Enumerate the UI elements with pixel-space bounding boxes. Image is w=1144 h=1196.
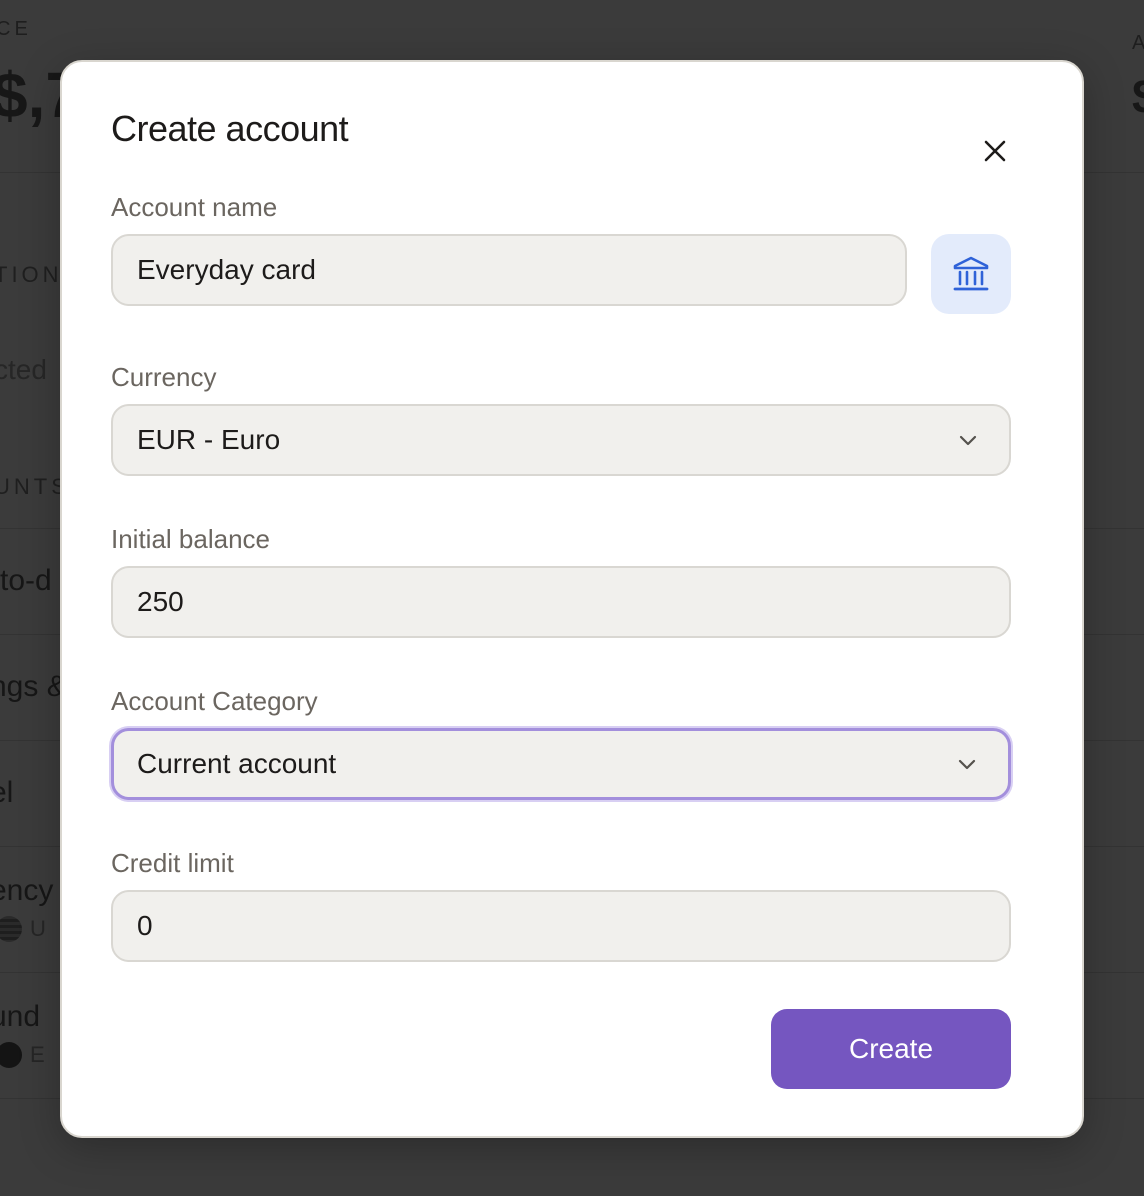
bank-icon bbox=[953, 256, 989, 291]
initial-balance-field[interactable]: 250 bbox=[111, 566, 1011, 638]
account-icon-button[interactable] bbox=[931, 234, 1011, 314]
section-text: cted bbox=[0, 354, 47, 385]
account-row-title[interactable]: ency bbox=[0, 874, 53, 908]
account-name-label: Account name bbox=[111, 192, 278, 222]
create-account-dialog: Create account Account name Everyday car… bbox=[60, 60, 1084, 1138]
section-label: TION bbox=[0, 262, 63, 287]
currency-select[interactable]: EUR - Euro bbox=[111, 404, 1011, 476]
initial-balance-label: Initial balance bbox=[111, 524, 270, 554]
currency-value: EUR - Euro bbox=[137, 424, 281, 455]
us-flag-icon bbox=[0, 916, 22, 942]
account-row-currency: U bbox=[30, 916, 46, 941]
account-name-field[interactable]: Everyday card bbox=[111, 234, 907, 306]
account-category-value: Current account bbox=[137, 748, 337, 779]
account-row-currency: E bbox=[30, 1042, 45, 1067]
close-button[interactable] bbox=[978, 134, 1012, 168]
create-button[interactable]: Create bbox=[771, 1009, 1011, 1089]
close-icon bbox=[984, 140, 1006, 162]
right-stat-label: A bbox=[1132, 32, 1144, 54]
account-name-value: Everyday card bbox=[137, 254, 316, 285]
currency-label: Currency bbox=[111, 362, 217, 392]
credit-limit-value: 0 bbox=[137, 910, 153, 941]
right-stat-amount: $ bbox=[1132, 70, 1144, 125]
chevron-down-icon bbox=[958, 759, 976, 770]
dialog-title: Create account bbox=[111, 108, 349, 149]
eu-flag-icon bbox=[0, 1042, 22, 1068]
chevron-down-icon bbox=[959, 435, 977, 446]
account-category-label: Account Category bbox=[111, 686, 318, 716]
credit-limit-field[interactable]: 0 bbox=[111, 890, 1011, 962]
account-row-title[interactable]: ngs & bbox=[0, 670, 67, 704]
account-row-sub: U bbox=[0, 916, 46, 942]
account-row-sub: E bbox=[0, 1042, 45, 1068]
account-row-title[interactable]: -to-d bbox=[0, 564, 52, 598]
account-row-title[interactable]: el bbox=[0, 776, 13, 810]
account-row-title[interactable]: und bbox=[0, 1000, 40, 1034]
credit-limit-label: Credit limit bbox=[111, 848, 234, 878]
initial-balance-value: 250 bbox=[137, 586, 184, 617]
balance-label: CE bbox=[0, 18, 32, 40]
account-category-select[interactable]: Current account bbox=[111, 728, 1011, 800]
